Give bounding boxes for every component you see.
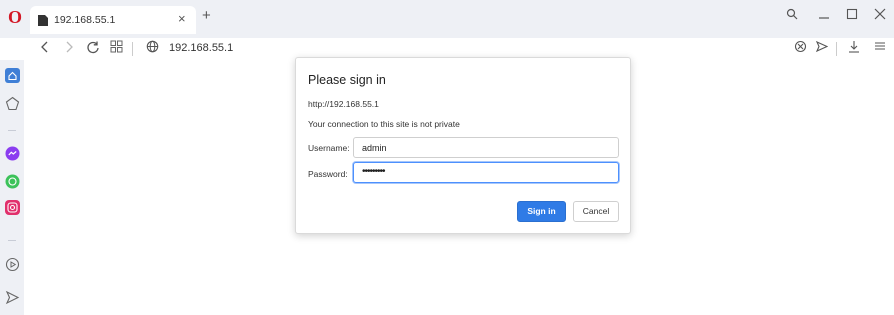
speed-dial-icon[interactable] [110, 40, 123, 57]
maximize-button[interactable] [846, 6, 858, 24]
page-icon [38, 15, 48, 26]
adblock-icon[interactable] [794, 40, 807, 57]
sidebar [0, 60, 24, 315]
opera-logo-icon[interactable]: O [8, 8, 22, 26]
username-label: Username: [308, 143, 350, 153]
username-field[interactable]: admin [353, 137, 619, 158]
send-icon[interactable] [815, 40, 829, 57]
globe-icon[interactable] [146, 40, 159, 57]
password-label: Password: [308, 169, 348, 179]
close-window-button[interactable] [874, 6, 886, 24]
tab-title: 192.168.55.1 [54, 14, 116, 26]
new-tab-button[interactable]: + [202, 8, 211, 24]
password-field[interactable]: ••••••••• [353, 162, 619, 183]
dialog-title: Please sign in [308, 73, 386, 87]
forward-button[interactable] [64, 40, 74, 58]
player-icon[interactable] [5, 257, 20, 272]
cancel-button[interactable]: Cancel [573, 201, 619, 222]
address-separator [132, 42, 133, 56]
back-button[interactable] [40, 40, 50, 58]
toolbar-separator [836, 42, 837, 56]
sign-in-button[interactable]: Sign in [517, 201, 566, 222]
reload-button[interactable] [86, 40, 100, 58]
whatsapp-icon[interactable] [5, 174, 20, 189]
sidebar-divider [8, 240, 16, 241]
password-value: ••••••••• [362, 166, 385, 177]
privacy-warning: Your connection to this site is not priv… [308, 119, 460, 129]
download-icon[interactable] [848, 40, 860, 57]
instagram-icon[interactable] [5, 200, 20, 215]
easy-setup-icon[interactable] [874, 40, 886, 56]
sign-in-dialog: Please sign in http://192.168.55.1 Your … [295, 57, 631, 234]
messenger-icon[interactable] [5, 146, 20, 161]
minimize-button[interactable] [818, 6, 830, 24]
sidebar-divider [8, 130, 16, 131]
dialog-origin: http://192.168.55.1 [308, 99, 379, 109]
tab-search-icon[interactable] [786, 6, 798, 24]
url-text[interactable]: 192.168.55.1 [169, 41, 233, 55]
flow-icon[interactable] [5, 290, 20, 305]
browser-tab[interactable]: 192.168.55.1 × [30, 6, 196, 34]
username-value: admin [362, 143, 387, 153]
pinboard-icon[interactable] [5, 96, 20, 111]
home-icon[interactable] [5, 68, 20, 83]
tab-close-icon[interactable]: × [178, 12, 186, 26]
